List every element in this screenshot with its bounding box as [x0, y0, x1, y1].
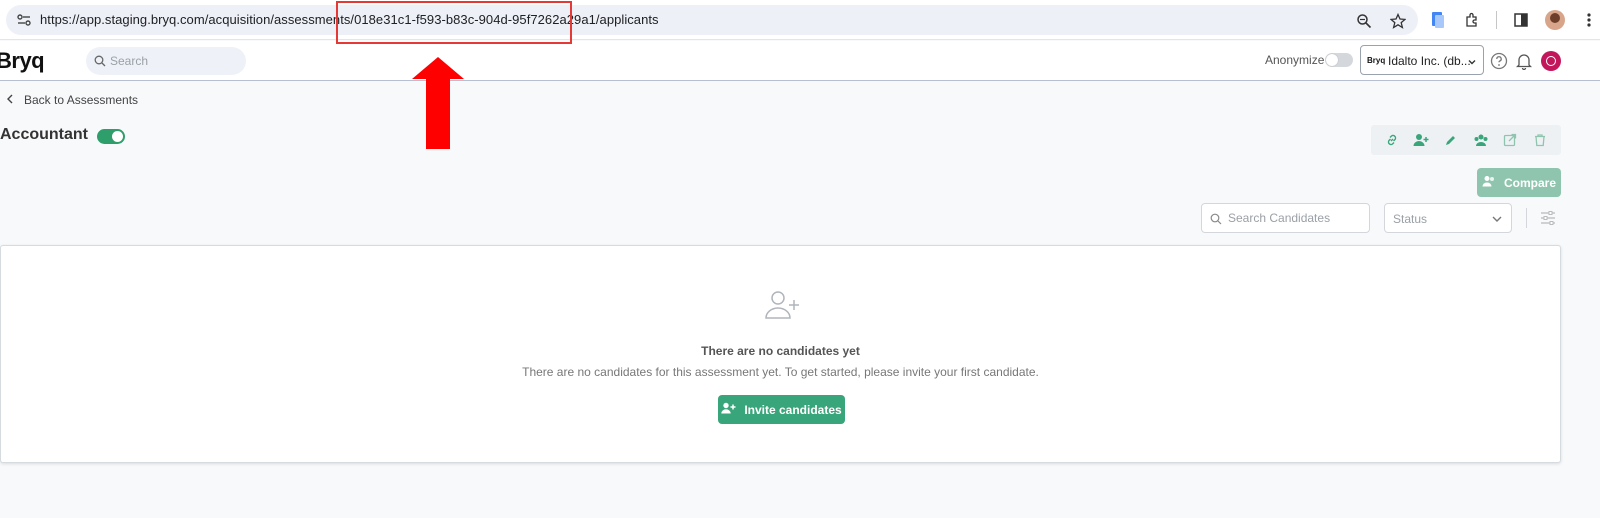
side-panel-icon[interactable]	[1511, 10, 1531, 30]
invite-candidates-button[interactable]: Invite candidates	[718, 395, 845, 424]
link-icon[interactable]	[1383, 131, 1401, 149]
bryq-logo[interactable]: Bryq	[0, 48, 45, 74]
external-share-icon[interactable]	[1501, 131, 1519, 149]
add-user-icon[interactable]	[1412, 131, 1430, 149]
empty-state-description: There are no candidates for this assessm…	[522, 365, 1039, 379]
filter-divider	[1526, 208, 1527, 228]
global-search-input[interactable]	[110, 47, 240, 75]
add-person-outline-icon	[765, 291, 799, 319]
invite-candidates-label: Invite candidates	[744, 402, 842, 417]
candidates-empty-state: There are no candidates yet There are no…	[0, 245, 1561, 463]
anonymize-label: Anonymize	[1265, 53, 1325, 67]
site-info-icon[interactable]	[16, 12, 32, 28]
anonymize-toggle[interactable]	[1325, 53, 1353, 67]
back-to-assessments-link[interactable]: Back to Assessments	[6, 93, 138, 107]
organization-select[interactable]: Bryq Idalto Inc. (db...	[1360, 45, 1484, 75]
status-placeholder: Status	[1393, 212, 1428, 226]
compare-button[interactable]: Compare	[1477, 168, 1561, 197]
profile-avatar[interactable]	[1545, 10, 1565, 30]
url-prefix: https://app.staging.bryq.com/acquisition…	[40, 12, 355, 27]
filter-sliders-icon[interactable]	[1538, 208, 1558, 228]
toolbar-divider	[1496, 11, 1497, 29]
zoom-icon[interactable]	[1354, 11, 1374, 31]
chevron-left-icon	[6, 93, 14, 107]
page-title: Accountant	[0, 126, 88, 143]
compare-users-icon	[1482, 175, 1496, 190]
chevron-down-icon	[1467, 54, 1477, 72]
notifications-bell-icon[interactable]	[1514, 51, 1534, 71]
org-name: Idalto Inc. (db...	[1388, 54, 1471, 68]
address-bar[interactable]: https://app.staging.bryq.com/acquisition…	[6, 5, 1418, 35]
back-label: Back to Assessments	[24, 93, 139, 107]
browser-toolbar: https://app.staging.bryq.com/acquisition…	[0, 0, 1600, 40]
url-highlight-box	[336, 1, 572, 44]
search-icon	[94, 54, 106, 72]
org-logo: Bryq	[1367, 56, 1386, 65]
edit-pencil-icon[interactable]	[1442, 131, 1460, 149]
search-icon	[1210, 212, 1222, 230]
global-search[interactable]	[86, 47, 246, 75]
team-group-icon[interactable]	[1472, 131, 1490, 149]
help-icon[interactable]	[1489, 51, 1509, 71]
app-header: Bryq Anonymize Bryq Idalto Inc. (db...	[0, 41, 1600, 81]
extensions-puzzle-icon[interactable]	[1462, 10, 1482, 30]
kebab-menu-icon[interactable]	[1579, 10, 1599, 30]
candidate-search[interactable]	[1201, 203, 1370, 233]
red-arrow-up-icon	[412, 57, 464, 149]
assessment-actions-toolbar	[1371, 125, 1561, 155]
candidate-search-input[interactable]	[1228, 204, 1366, 232]
status-filter-select[interactable]: Status	[1384, 203, 1512, 233]
user-avatar[interactable]	[1541, 51, 1561, 71]
chevron-down-icon	[1491, 212, 1503, 230]
extension-translate-icon[interactable]	[1428, 10, 1448, 30]
compare-label: Compare	[1503, 175, 1556, 190]
add-user-icon	[721, 402, 736, 417]
url-suffix: /applicants	[595, 12, 659, 27]
empty-state-title: There are no candidates yet	[701, 344, 860, 358]
delete-trash-icon[interactable]	[1531, 131, 1549, 149]
bookmark-star-icon[interactable]	[1388, 11, 1408, 31]
assessment-active-toggle[interactable]	[97, 129, 125, 144]
